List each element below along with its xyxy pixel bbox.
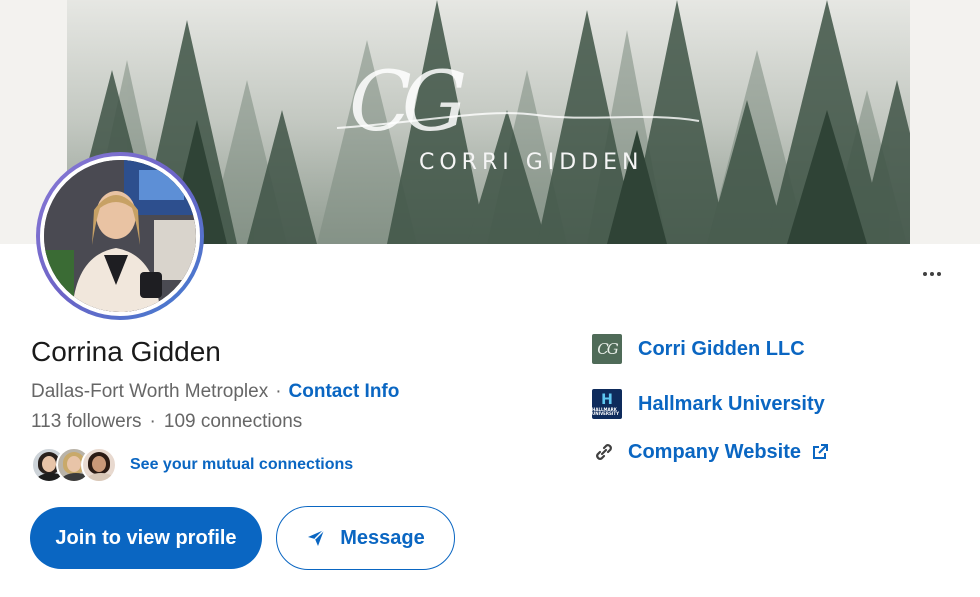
more-horizontal-icon [923,272,927,276]
company-website[interactable]: Company Website [592,440,829,464]
profile-name: Corrina Gidden [31,336,221,367]
company-name[interactable]: Corri Gidden LLC [638,338,805,361]
followers-count: 113 followers [31,411,142,432]
message-button[interactable]: Message [276,506,455,570]
mutual-connections[interactable]: See your mutual connections [31,446,353,484]
location-line: Dallas-Fort Worth Metroplex · Contact Info [31,381,400,402]
person-photo-illustration [44,160,196,312]
profile-location: Dallas-Fort Worth Metroplex [31,381,269,402]
mutual-avatar [81,447,117,483]
stats-line: 113 followers · 109 connections [31,411,303,432]
current-company[interactable]: CG Corri Gidden LLC [592,334,805,364]
connections-count: 109 connections [163,411,303,432]
mutual-connections-link[interactable]: See your mutual connections [130,456,353,474]
school-name[interactable]: Hallmark University [638,393,825,416]
education[interactable]: H HALLMARK UNIVERSITY Hallmark Universit… [592,389,825,419]
message-label: Message [340,526,425,549]
company-website-link[interactable]: Company Website [628,441,801,464]
contact-info-link[interactable]: Contact Info [289,381,400,402]
company-logo: CG [592,334,622,364]
profile-photo [40,156,200,316]
more-options-button[interactable] [916,262,948,286]
paper-plane-icon [308,529,325,546]
banner-brand-name: CORRI GIDDEN [419,150,644,175]
chain-link-icon [596,444,612,460]
join-to-view-profile-button[interactable]: Join to view profile [30,507,262,569]
external-link-icon [813,444,828,459]
profile-photo-ring[interactable] [36,152,204,320]
school-logo: H HALLMARK UNIVERSITY [592,389,622,419]
banner-monogram: CG [349,55,467,150]
